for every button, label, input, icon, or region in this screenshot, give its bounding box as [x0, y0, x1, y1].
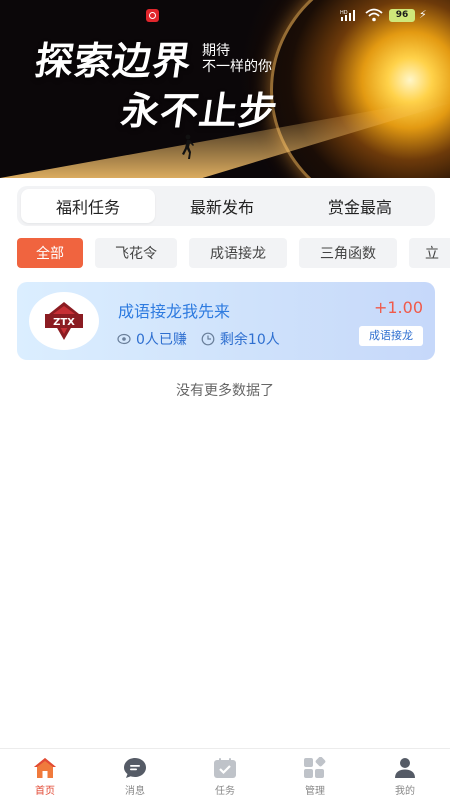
list-end-text: 没有更多数据了 [176, 383, 274, 399]
app-notification-icon [146, 9, 159, 22]
tab-latest[interactable]: 最新发布 [155, 189, 289, 223]
chip-partial[interactable]: 立 [409, 238, 450, 268]
runner-silhouette [182, 134, 194, 159]
signal-icon: HD [340, 10, 355, 21]
task-meta: 0人已赚 剩余10人 [117, 329, 280, 349]
app-screen: 探索边界 永不止步 期待 不一样的你 HD 96 ⚡ 福利任务 最新发布 赏金最… [0, 0, 450, 800]
user-icon [395, 758, 415, 778]
nav-home[interactable]: 首页 [0, 749, 90, 800]
nav-messages[interactable]: 消息 [90, 749, 180, 800]
bottom-nav: 首页 消息 任务 管理 我的 [0, 748, 450, 800]
task-logo: ZTX [29, 292, 99, 350]
tab-welfare-tasks[interactable]: 福利任务 [21, 189, 155, 223]
nav-manage-label: 管理 [305, 786, 325, 797]
message-icon [124, 758, 146, 778]
chip-idiom-chain[interactable]: 成语接龙 [189, 238, 287, 268]
nav-messages-label: 消息 [125, 786, 145, 797]
svg-text:ZTX: ZTX [53, 317, 75, 328]
task-reward: +1.00 [373, 298, 423, 317]
task-card[interactable]: ZTX 成语接龙我先来 +1.00 0人已赚 剩余10人 成语接龙 [17, 282, 435, 360]
banner-headline-1: 探索边界 [32, 39, 195, 83]
tab-highest-reward[interactable]: 赏金最高 [289, 189, 431, 223]
battery-indicator: 96 [389, 9, 415, 22]
nav-home-label: 首页 [35, 786, 55, 797]
filter-chips: 全部 飞花令 成语接龙 三角函数 立 [17, 238, 450, 270]
remaining-count: 剩余10人 [219, 332, 280, 348]
chip-trig-functions[interactable]: 三角函数 [299, 238, 397, 268]
chip-all[interactable]: 全部 [17, 238, 83, 268]
banner-headline-2: 永不止步 [118, 89, 281, 133]
status-bar: HD 96 ⚡ [0, 0, 450, 30]
clock-icon [201, 332, 215, 346]
earned-count: 0人已赚 [136, 332, 187, 348]
grid-icon [304, 757, 326, 778]
wifi-icon [365, 8, 383, 22]
eye-icon [117, 333, 131, 345]
task-icon [214, 758, 236, 778]
nav-profile[interactable]: 我的 [360, 749, 450, 800]
task-title[interactable]: 成语接龙我先来 [118, 298, 230, 322]
bolt-icon: ⚡ [419, 8, 427, 21]
chip-feihualing[interactable]: 飞花令 [95, 238, 177, 268]
task-category-tag: 成语接龙 [359, 326, 423, 346]
banner-tagline-2: 不一样的你 [202, 59, 272, 75]
nav-manage[interactable]: 管理 [270, 749, 360, 800]
task-category-tabs: 福利任务 最新发布 赏金最高 [17, 186, 435, 226]
nav-tasks[interactable]: 任务 [180, 749, 270, 800]
home-icon [34, 758, 56, 778]
nav-profile-label: 我的 [395, 786, 415, 797]
nav-tasks-label: 任务 [215, 786, 235, 797]
